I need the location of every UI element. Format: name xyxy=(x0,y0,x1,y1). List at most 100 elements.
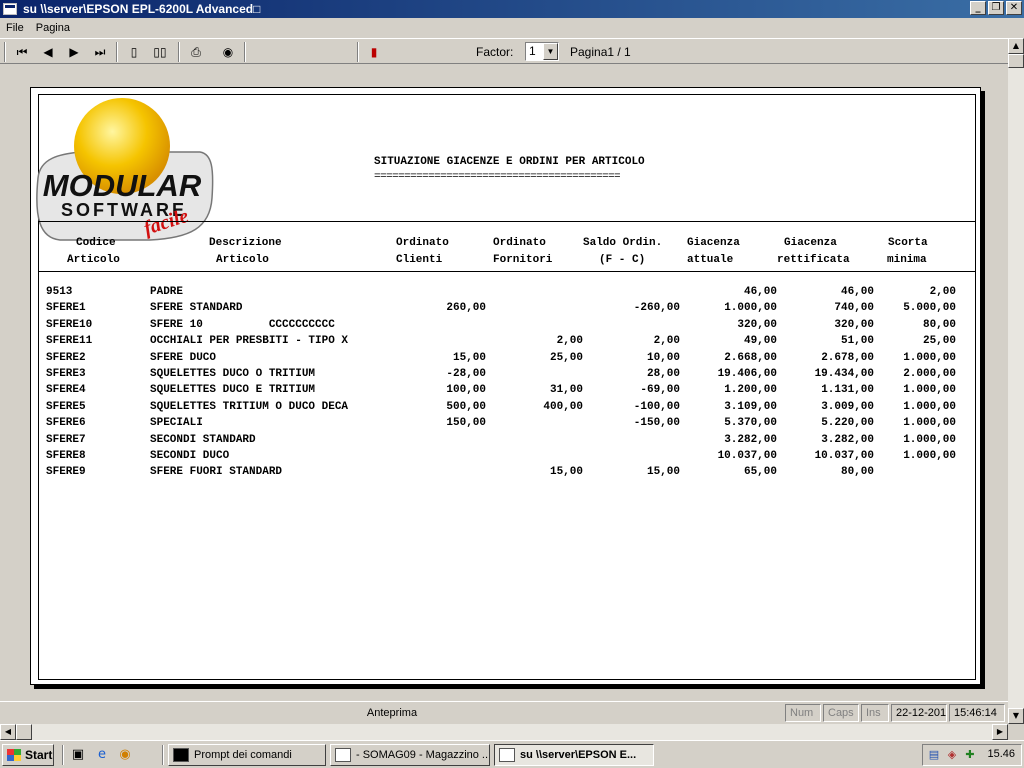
toolbar: ⏮ ◀ ▶ ⏭ ▯ ▯▯ ⎙ ◉ ▮ Factor: 1 ▼ Pagina1 /… xyxy=(0,38,1008,64)
column-header: (F - C) xyxy=(599,254,646,266)
column-header: Clienti xyxy=(396,254,443,266)
toolbar-separator xyxy=(244,42,246,62)
security-icon[interactable]: ◈ xyxy=(945,748,959,762)
media-player-icon[interactable]: ◉ xyxy=(117,747,133,763)
network-icon[interactable]: ▤ xyxy=(927,748,941,762)
column-header: Descrizione xyxy=(209,237,282,249)
modular-software-logo: MODULAR SOFTWARE facile xyxy=(36,98,214,241)
next-page-icon[interactable]: ▶ xyxy=(64,43,84,61)
column-header: minima xyxy=(887,254,927,266)
article-code-cell: 9513 xyxy=(46,286,73,298)
minimize-button[interactable]: _ xyxy=(970,1,986,15)
value-cell: 2.000,00 xyxy=(903,368,956,380)
article-code-cell: SFERE1 xyxy=(46,302,86,315)
column-header: Fornitori xyxy=(493,254,553,266)
restore-button[interactable]: ❐ xyxy=(988,1,1004,15)
value-cell: 150,00 xyxy=(446,417,486,430)
status-bar: Anteprima Num Caps Ins 22-12-2015 15:46:… xyxy=(0,701,1008,723)
column-header: Giacenza xyxy=(687,237,740,249)
toolbar-grip xyxy=(4,42,6,62)
start-label: Start xyxy=(25,748,53,762)
article-description-cell: SFERE DUCO xyxy=(150,351,217,364)
article-code-cell: SFERE10 xyxy=(46,318,93,331)
window-icon xyxy=(499,748,515,762)
print-icon[interactable]: ⎙ xyxy=(186,43,206,61)
window-icon xyxy=(335,748,351,762)
menu-bar: File Pagina xyxy=(0,18,1024,38)
title-bar: su \\server\EPSON EPL-6200L Advanced□ _ … xyxy=(0,0,1024,18)
chevron-down-icon[interactable]: ▼ xyxy=(543,43,558,60)
task-epson-preview[interactable]: su \\server\EPSON E... xyxy=(494,744,654,766)
value-cell: 2,00 xyxy=(929,286,956,298)
column-header: Ordinato xyxy=(493,237,546,249)
factor-select[interactable]: 1 ▼ xyxy=(525,42,559,61)
report-title-underline: ========================================… xyxy=(374,171,621,183)
value-cell: 260,00 xyxy=(446,302,486,315)
scroll-left-icon[interactable]: ◀ xyxy=(0,724,16,740)
article-code-cell: SFERE8 xyxy=(46,450,86,462)
scroll-right-icon[interactable]: ▶ xyxy=(992,724,1008,740)
single-page-icon[interactable]: ▯ xyxy=(124,43,144,61)
article-description-cell: SPECIALI xyxy=(150,417,203,430)
article-description-cell: SQUELETTES TRITIUM O DUCO DECA xyxy=(150,400,349,413)
horizontal-scrollbar[interactable]: ◀ ▶ xyxy=(0,724,1008,740)
column-header: Ordinato xyxy=(396,237,449,249)
toolbar-separator xyxy=(116,42,118,62)
close-button[interactable]: ✕ xyxy=(1006,1,1022,15)
article-code-cell: SFERE11 xyxy=(46,335,93,348)
insert-indicator: Ins xyxy=(861,704,889,722)
scroll-corner xyxy=(1008,724,1024,740)
last-page-icon[interactable]: ⏭ xyxy=(90,43,110,61)
column-header: Articolo xyxy=(67,254,120,266)
logo-text-modular: MODULAR xyxy=(43,168,202,203)
value-cell: 1.000,00 xyxy=(903,417,956,430)
scroll-up-icon[interactable]: ▲ xyxy=(1008,38,1024,54)
num-lock-indicator: Num xyxy=(785,704,821,722)
scroll-thumb[interactable] xyxy=(1008,54,1024,68)
report-title: SITUAZIONE GIACENZE E ORDINI PER ARTICOL… xyxy=(374,156,645,168)
menu-file[interactable]: File xyxy=(6,22,24,34)
export-icon[interactable]: ◉ xyxy=(218,43,238,61)
menu-pagina[interactable]: Pagina xyxy=(36,22,70,34)
internet-explorer-icon[interactable]: e xyxy=(94,747,110,763)
prev-page-icon[interactable]: ◀ xyxy=(38,43,58,61)
column-header: Codice xyxy=(76,237,116,249)
article-description-cell: SFERE STANDARD xyxy=(150,302,243,315)
start-button[interactable]: Start xyxy=(2,744,54,766)
value-cell: -28,00 xyxy=(446,368,486,380)
article-code-cell: SFERE7 xyxy=(46,433,86,446)
article-description-cell: PADRE xyxy=(150,286,184,298)
vertical-scrollbar[interactable]: ▲ ▼ xyxy=(1008,38,1024,724)
value-cell: 80,00 xyxy=(922,318,956,331)
windows-flag-icon xyxy=(7,749,21,761)
task-label: su \\server\EPSON E... xyxy=(520,749,637,761)
article-description-cell: SQUELETTES DUCO E TRITIUM xyxy=(150,384,316,397)
exit-door-icon[interactable]: ▮ xyxy=(364,43,384,61)
task-prompt-dei-comandi[interactable]: Prompt dei comandi xyxy=(168,744,326,766)
task-somag09[interactable]: - SOMAG09 - Magazzino ... xyxy=(330,744,490,766)
caps-lock-indicator: Caps xyxy=(823,704,859,722)
hscroll-thumb[interactable] xyxy=(16,724,32,740)
desktop-icon[interactable]: ▣ xyxy=(70,747,86,763)
value-cell: 80,00 xyxy=(840,466,874,479)
value-cell: 1.000,00 xyxy=(903,450,956,462)
two-pages-icon[interactable]: ▯▯ xyxy=(150,43,170,61)
article-code-cell: SFERE4 xyxy=(46,384,86,397)
value-cell: 1.000,00 xyxy=(903,384,956,397)
article-code-cell: SFERE5 xyxy=(46,400,86,413)
first-page-icon[interactable]: ⏮ xyxy=(12,43,32,61)
page-indicator: Pagina1 / 1 xyxy=(570,45,631,59)
update-icon[interactable]: ✚ xyxy=(963,748,977,762)
column-header: Saldo Ordin. xyxy=(583,237,663,249)
window-title: su \\server\EPSON EPL-6200L Advanced□ xyxy=(23,2,261,16)
header-divider-top xyxy=(38,221,976,222)
scroll-down-icon[interactable]: ▼ xyxy=(1008,708,1024,724)
value-cell: 1.000,00 xyxy=(903,351,956,364)
article-code-cell: SFERE3 xyxy=(46,368,86,380)
factor-label: Factor: xyxy=(476,45,514,59)
article-description-cell: OCCHIALI PER PRESBITI - TIPO X xyxy=(150,335,349,348)
status-time: 15:46:14 xyxy=(949,704,1005,722)
column-header: Giacenza xyxy=(784,237,837,249)
article-description-cell: SFERE FUORI STANDARD xyxy=(150,466,283,479)
article-code-cell: SFERE2 xyxy=(46,351,86,364)
